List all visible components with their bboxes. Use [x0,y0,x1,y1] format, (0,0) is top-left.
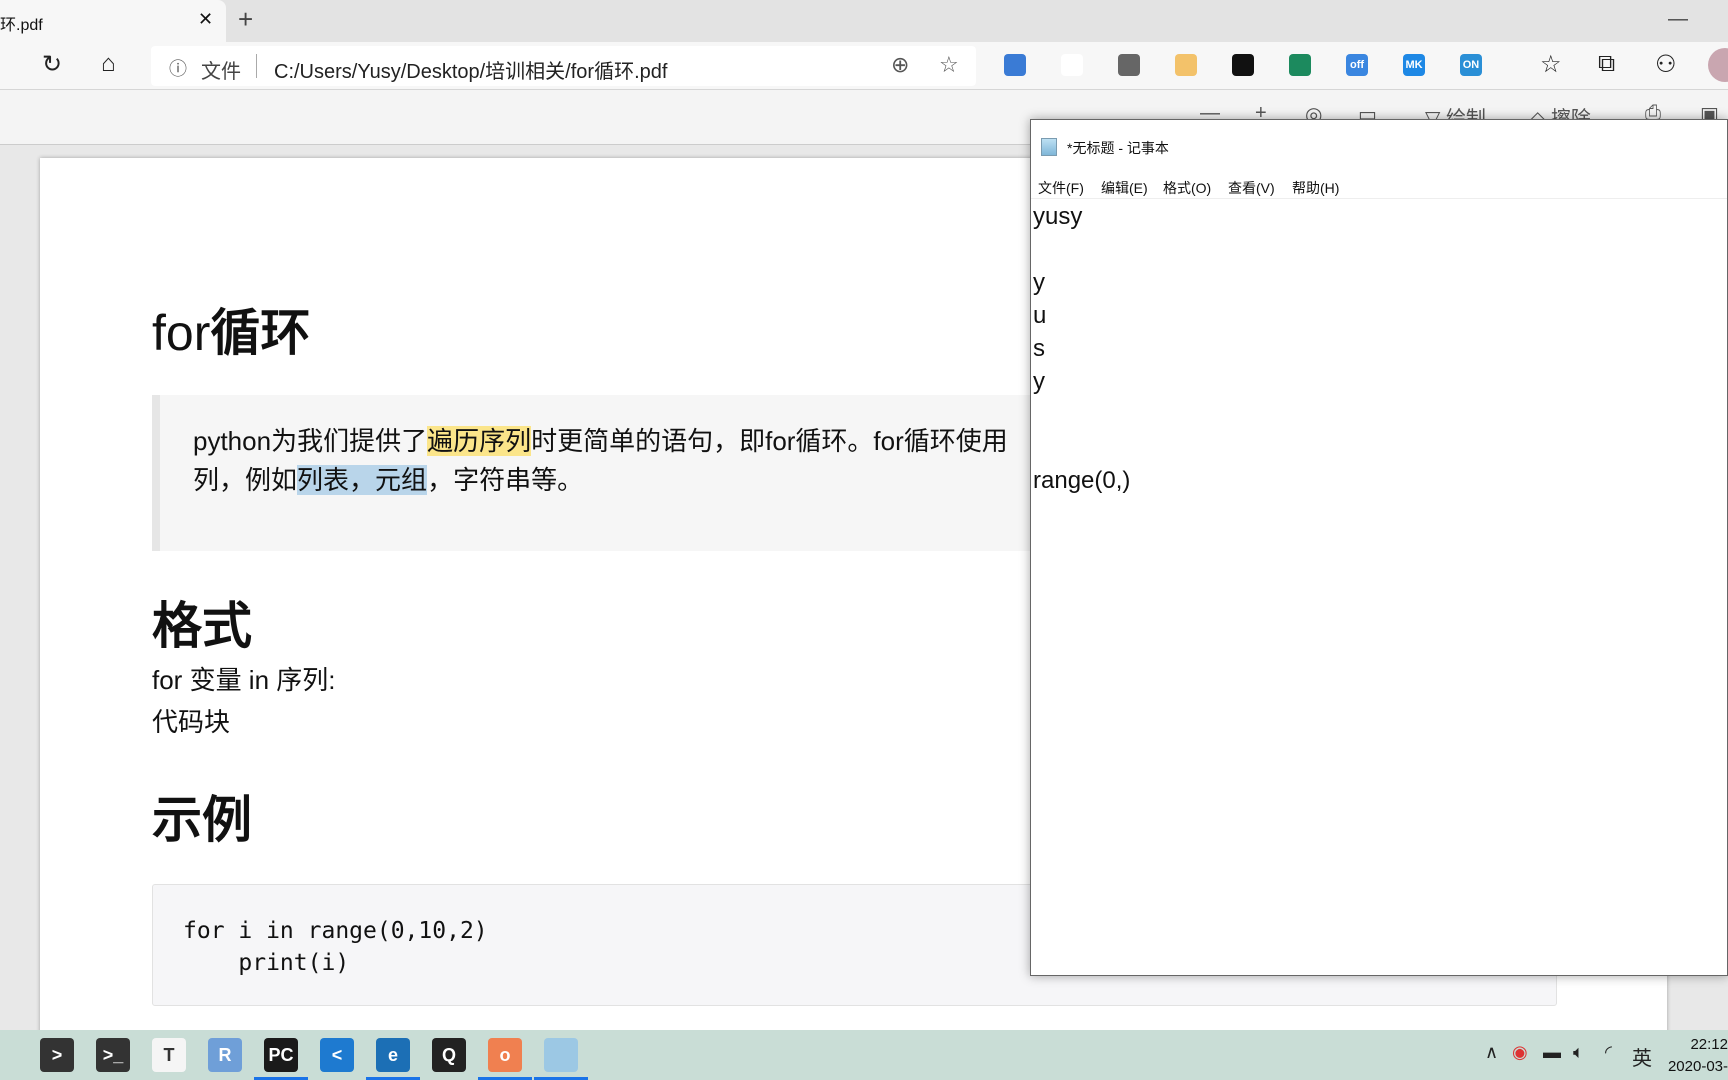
taskbar-notepad[interactable] [544,1038,578,1072]
ext-6-icon[interactable] [1289,54,1311,76]
tray-record-icon[interactable]: ◉ [1512,1042,1528,1063]
format-line: for 变量 in 序列: [152,665,336,695]
home-icon[interactable]: ⌂ [101,50,116,78]
notepad-window: *无标题 - 记事本 文件(F) 编辑(E) 格式(O) 查看(V) 帮助(H)… [1030,119,1728,976]
ext-4-icon[interactable] [1175,54,1197,76]
ext-7-icon[interactable]: off [1346,54,1368,76]
ext-5-icon[interactable] [1232,54,1254,76]
wifi-icon[interactable]: ◜ [1605,1042,1612,1063]
taskbar-qq[interactable]: Q [432,1038,466,1072]
tab-title: 环.pdf [0,17,43,34]
tab-bar: 环.pdf ✕ + — [0,0,1728,42]
taskbar-terminal[interactable]: >_ [96,1038,130,1072]
text-area[interactable]: yusy y u s y range(0,) [1033,200,1130,497]
divider [256,54,257,78]
taskbar-app-9[interactable]: o [488,1038,522,1072]
title-latin: for [152,305,211,361]
clock-time: 22:12 [1690,1036,1728,1053]
ext-1-icon[interactable] [1004,54,1026,76]
ext-8-icon[interactable]: MK [1403,54,1425,76]
new-tab-icon[interactable]: + [238,4,253,35]
clock-date: 2020-03- [1667,1058,1728,1075]
clock[interactable]: 22:12 2020-03- [1660,1034,1728,1078]
collections-icon[interactable]: ⧉ [1598,50,1615,78]
window-title: *无标题 - 记事本 [1067,140,1169,156]
highlight-blue: 元组 [375,465,428,495]
taskbar-typora[interactable]: T [152,1038,186,1072]
taskbar-app-1[interactable]: > [40,1038,74,1072]
highlight-blue: ， [349,465,376,495]
quote-part: python为我们提供了 [193,426,428,456]
address-scheme: 文件 [201,61,241,83]
feedback-icon[interactable]: ⚇ [1655,50,1677,79]
avatar[interactable] [1708,48,1728,82]
tab-pdf[interactable]: 环.pdf [0,0,226,42]
quote-part: 时更简单的语句，即for循环。for循环使用 [531,426,1008,456]
ime-indicator[interactable]: 英 [1632,1042,1652,1071]
favorite-star-icon[interactable]: ☆ [939,52,959,78]
taskbar-r[interactable]: R [208,1038,242,1072]
menu-format[interactable]: 格式(O) [1163,178,1211,198]
menu-file[interactable]: 文件(F) [1038,178,1084,198]
taskbar-pycharm[interactable]: PC [264,1038,298,1072]
menu-edit[interactable]: 编辑(E) [1101,178,1148,198]
title-cjk: 循环 [210,305,311,361]
taskbar-edge-beta[interactable]: e [376,1038,410,1072]
ext-2-icon[interactable] [1061,54,1083,76]
favorites-icon[interactable]: ☆ [1540,50,1562,79]
highlight-blue: 列表 [297,465,350,495]
taskbar-vscode[interactable]: < [320,1038,354,1072]
url-text[interactable]: C:/Users/Yusy/Desktop/培训相关/for循环.pdf [274,55,667,84]
menu-help[interactable]: 帮助(H) [1292,178,1339,198]
ext-3-icon[interactable] [1118,54,1140,76]
notepad-icon [1041,138,1057,156]
menu-view[interactable]: 查看(V) [1228,178,1275,198]
address-bar[interactable]: ⓘ 文件 C:/Users/Yusy/Desktop/培训相关/for循环.pd… [151,46,976,86]
tray-expand-icon[interactable]: ∧ [1485,1042,1498,1063]
minimize-icon[interactable]: — [1668,8,1688,31]
quote-part: 列，例如 [193,465,298,495]
navigation-bar: ↻ ⌂ ⓘ 文件 C:/Users/Yusy/Desktop/培训相关/for循… [0,42,1728,90]
page-title: for循环 [152,293,310,365]
zoom-icon[interactable]: ⊕ [891,52,909,78]
format-line: 代码块 [152,707,231,737]
close-tab-icon[interactable]: ✕ [198,9,213,30]
taskbar: > >_ T R PC < e Qo ∧ ◉ ▬ 🔈︎ ◜ 英 22:12 2020-03- [0,1030,1728,1080]
notepad-title-bar[interactable]: *无标题 - 记事本 [1031,120,1727,160]
quote-part: ，字符串等。 [427,465,584,495]
ext-9-icon[interactable]: ON [1460,54,1482,76]
highlight-yellow: 遍历序列 [427,426,532,456]
battery-icon[interactable]: ▬ [1543,1042,1561,1063]
menu-bar: 文件(F) 编辑(E) 格式(O) 查看(V) 帮助(H) [1031,174,1727,199]
format-heading: 格式 [152,598,252,654]
volume-icon[interactable]: 🔈︎ [1573,1042,1584,1063]
info-icon[interactable]: ⓘ [169,55,187,81]
refresh-icon[interactable]: ↻ [42,50,62,79]
example-heading: 示例 [152,792,252,848]
